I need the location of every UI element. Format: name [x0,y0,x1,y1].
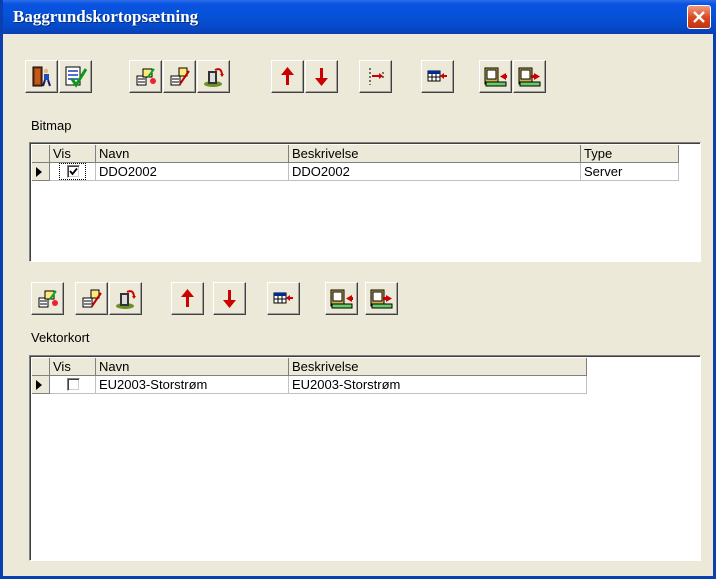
vis-checkbox[interactable] [67,378,80,391]
undo-layer-icon [115,290,137,310]
grid-header-corner [32,145,50,163]
undo-layer-icon [203,68,225,88]
add-layer-button[interactable] [31,282,64,315]
move-up-button[interactable] [271,60,304,93]
export-icon [370,289,393,309]
column-header-navn[interactable]: Navn [96,358,289,376]
grid-header-corner [32,358,50,376]
move-down-button[interactable] [213,282,246,315]
current-row-arrow-icon [36,167,42,177]
column-header-vis[interactable]: Vis [50,145,96,163]
split-insert-button[interactable] [359,60,392,93]
move-up-arrow-icon [281,67,294,85]
add-layer-icon [38,290,59,308]
cell-beskrivelse[interactable]: DDO2002 [289,163,581,181]
column-header-vis[interactable]: Vis [50,358,96,376]
cell-vis[interactable] [50,163,96,181]
column-header-navn[interactable]: Navn [96,145,289,163]
table-insert-button[interactable] [421,60,454,93]
move-up-arrow-icon [181,289,194,307]
import-button[interactable] [479,60,512,93]
bitmap-grid[interactable]: Vis Navn Beskrivelse Type DDO2002 DDO200… [29,142,701,262]
title-bar[interactable]: Baggrundskortopsætning [3,0,716,34]
column-header-type[interactable]: Type [581,145,679,163]
row-indicator [32,376,50,394]
add-layer-icon [136,68,157,86]
vector-toolbar [3,282,716,316]
close-icon [693,11,705,23]
move-down-arrow-icon [315,68,328,86]
import-icon [330,289,353,309]
edit-layer-icon [170,67,190,86]
export-icon [518,67,541,87]
column-header-beskrivelse[interactable]: Beskrivelse [289,358,587,376]
window-title: Baggrundskortopsætning [13,7,199,26]
edit-layer-button[interactable] [163,60,196,93]
exit-door-icon [32,66,51,87]
move-up-button[interactable] [171,282,204,315]
row-indicator [32,163,50,181]
checkmark-icon [69,167,78,176]
table-insert-icon [273,292,294,304]
import-button[interactable] [325,282,358,315]
close-button[interactable] [687,5,711,29]
exit-button[interactable] [25,60,58,93]
add-layer-button[interactable] [129,60,162,93]
cell-type[interactable]: Server [581,163,679,181]
vis-checkbox[interactable] [67,165,80,178]
dialog-window: Baggrundskortopsætning Bitmap Vis Navn B… [0,0,716,579]
column-header-beskrivelse[interactable]: Beskrivelse [289,145,581,163]
approve-button[interactable] [59,60,92,93]
move-down-arrow-icon [223,290,236,308]
table-insert-button[interactable] [267,282,300,315]
cell-navn[interactable]: EU2003-Storstrøm [96,376,289,394]
current-row-arrow-icon [36,380,42,390]
checklist-approve-icon [64,65,87,87]
split-insert-icon [369,67,384,86]
main-toolbar [3,60,716,94]
undo-layer-button[interactable] [109,282,142,315]
cell-vis[interactable] [50,376,96,394]
undo-layer-button[interactable] [197,60,230,93]
move-down-button[interactable] [305,60,338,93]
vektorkort-grid[interactable]: Vis Navn Beskrivelse EU2003-Storstrøm EU… [29,355,701,561]
edit-layer-button[interactable] [75,282,108,315]
table-insert-icon [427,70,448,82]
cell-beskrivelse[interactable]: EU2003-Storstrøm [289,376,587,394]
export-button[interactable] [365,282,398,315]
cell-navn[interactable]: DDO2002 [96,163,289,181]
import-icon [484,67,507,87]
edit-layer-icon [82,289,102,308]
export-button[interactable] [513,60,546,93]
vektorkort-label: Vektorkort [31,330,90,345]
bitmap-label: Bitmap [31,118,72,133]
